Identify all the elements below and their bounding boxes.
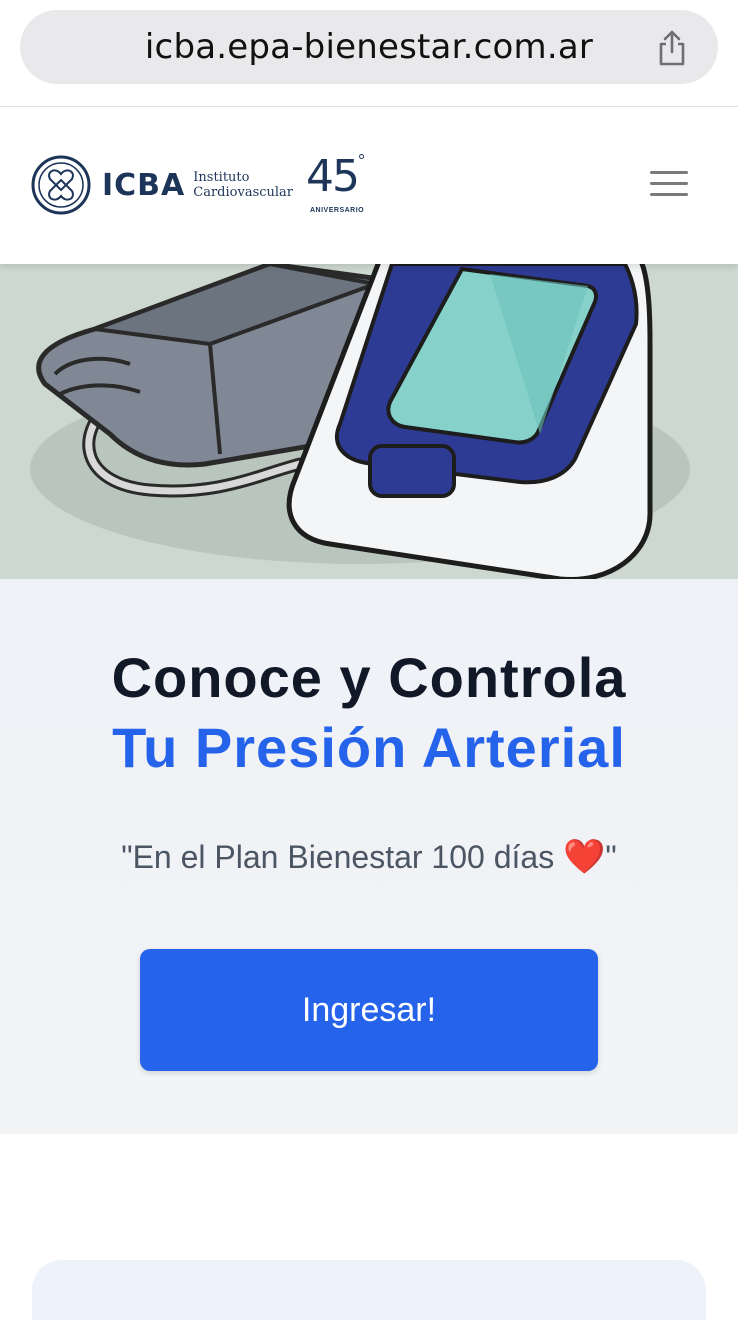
blood-pressure-monitor-illustration: [0, 264, 738, 579]
logo-subtitle: Instituto Cardiovascular: [193, 170, 293, 200]
logo-text: ICBA: [102, 167, 186, 203]
page-title-line2: Tu Presión Arterial: [112, 716, 626, 779]
heart-icon: ❤️: [563, 838, 606, 876]
page-title-line1: Conoce y Controla: [111, 646, 627, 709]
subtitle-end: ": [605, 839, 617, 875]
subtitle-text: "En el Plan Bienestar 100 días: [121, 839, 564, 875]
hamburger-menu-icon[interactable]: [650, 171, 688, 199]
logo-subtitle-line2: Cardiovascular: [193, 185, 294, 200]
next-section-card: [32, 1260, 706, 1320]
anniversary-degree: °: [358, 151, 366, 171]
subtitle: "En el Plan Bienestar 100 días ❤️": [0, 837, 738, 877]
ingresar-button[interactable]: Ingresar!: [140, 949, 598, 1071]
anniversary-badge: 45 ° ANIVERSARIO: [306, 151, 372, 221]
hero-illustration: [0, 264, 738, 579]
anniversary-label: ANIVERSARIO: [310, 207, 365, 214]
icba-logo-icon: [31, 155, 91, 215]
main-section: Conoce y Controla Tu Presión Arterial "E…: [0, 579, 738, 1134]
logo-subtitle-line1: Instituto: [193, 170, 250, 185]
site-header: ICBA Instituto Cardiovascular 45 ° ANIVE…: [0, 107, 738, 264]
icba-logo[interactable]: ICBA Instituto Cardiovascular: [30, 153, 293, 217]
browser-toolbar: icba.epa-bienestar.com.ar: [0, 0, 738, 107]
url-text[interactable]: icba.epa-bienestar.com.ar: [20, 10, 718, 84]
anniversary-number: 45: [306, 151, 360, 202]
address-bar[interactable]: icba.epa-bienestar.com.ar: [20, 10, 718, 84]
share-icon[interactable]: [652, 28, 692, 68]
